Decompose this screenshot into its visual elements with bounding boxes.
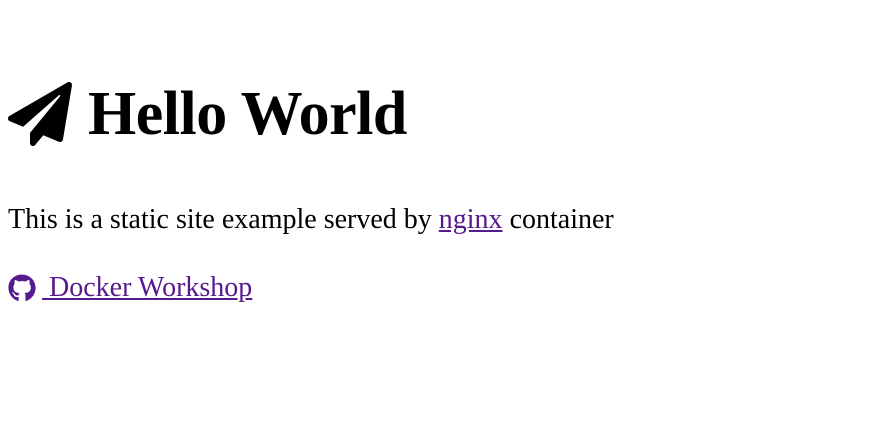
intro-text-after: container — [502, 204, 614, 235]
github-icon — [8, 274, 36, 302]
docker-workshop-link[interactable]: Docker Workshop — [8, 271, 252, 305]
intro-paragraph: This is a static site example served by … — [8, 203, 614, 237]
repo-paragraph: Docker Workshop — [8, 271, 252, 305]
page-heading: Hello World — [8, 82, 407, 146]
nginx-link[interactable]: nginx — [439, 204, 503, 235]
intro-text-before: This is a static site example served by — [8, 204, 439, 235]
paper-plane-icon — [8, 82, 72, 146]
page: Hello World This is a static site exampl… — [0, 0, 880, 446]
docker-workshop-label: Docker Workshop — [42, 272, 253, 303]
page-title: Hello World — [88, 80, 407, 148]
